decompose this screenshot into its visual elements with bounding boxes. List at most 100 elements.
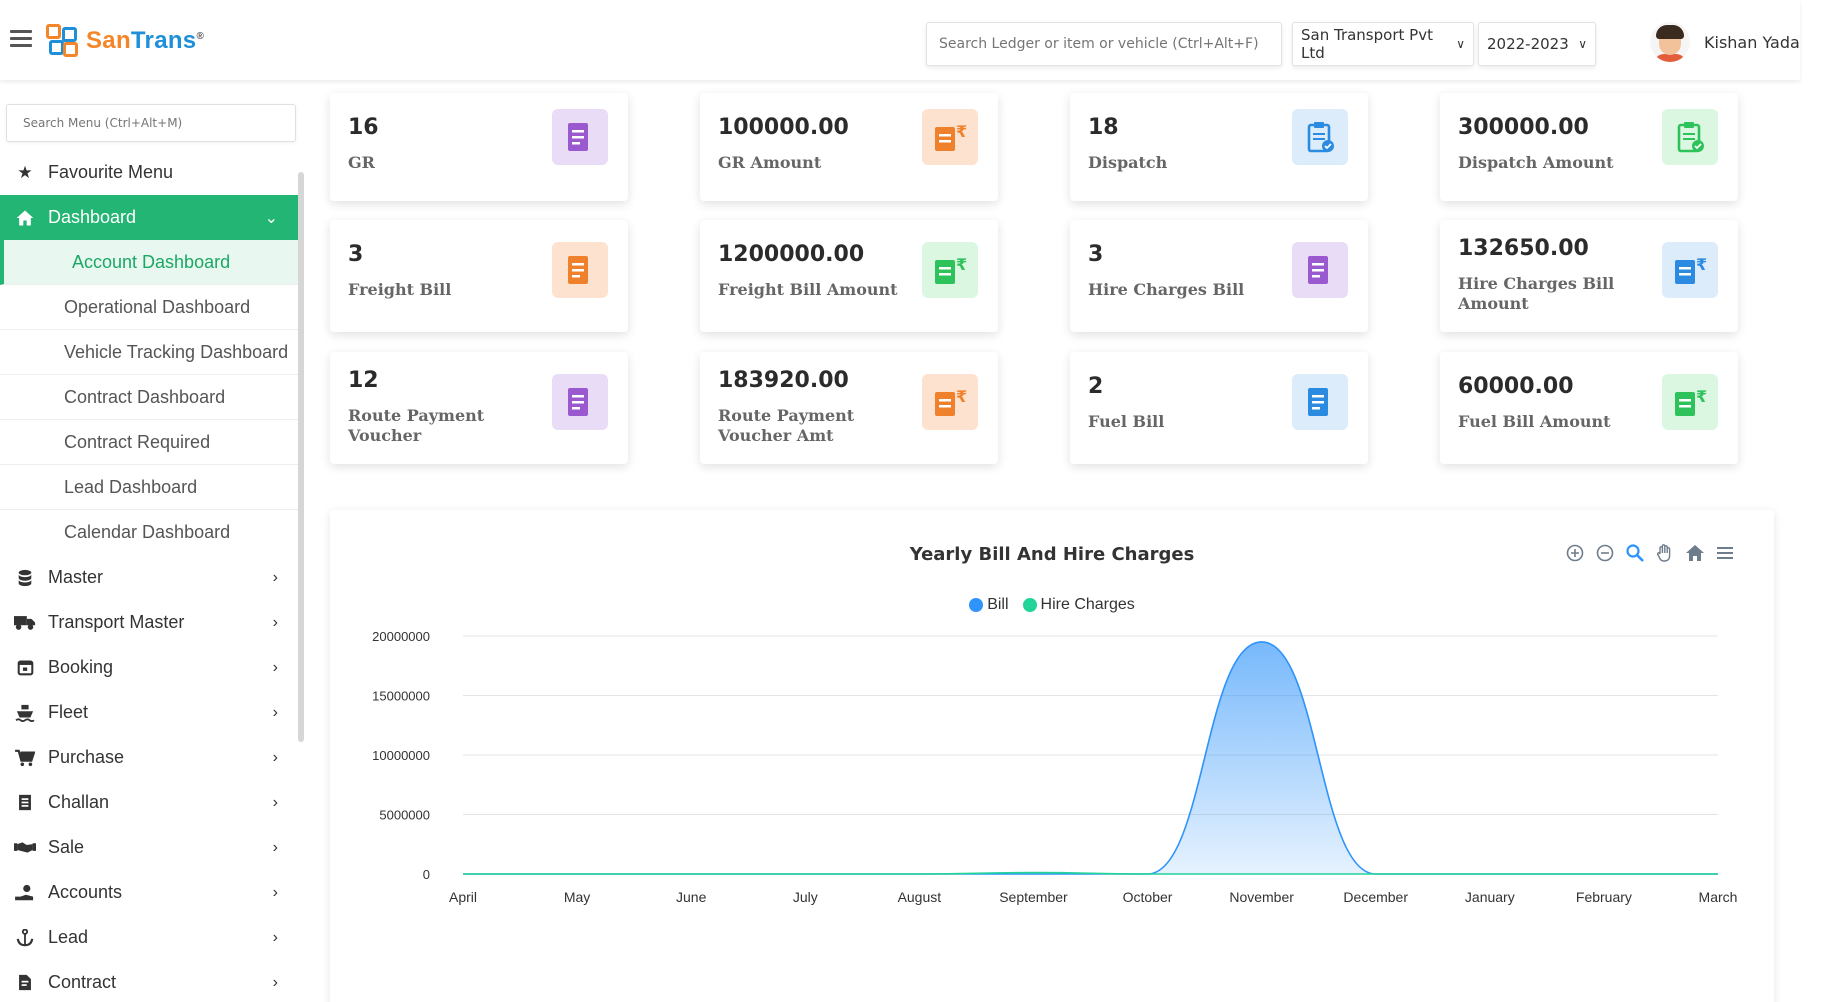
sidebar-item-label: Dashboard [48, 207, 137, 227]
x-tick-label: March [1699, 889, 1738, 905]
stat-card-value: 1200000.00 [718, 242, 865, 267]
sidebar-item-dashboard[interactable]: Dashboard ⌄ [0, 195, 298, 240]
sidebar-item-label: Booking [48, 657, 114, 677]
sidebar-item-accounts[interactable]: Accounts › [0, 870, 298, 915]
x-tick-label: November [1229, 889, 1294, 905]
sidebar-item-fleet[interactable]: Fleet › [0, 690, 298, 735]
sidebar-subitem-calendar-dashboard[interactable]: Calendar Dashboard [0, 510, 298, 555]
sidebar-item-contract[interactable]: Contract › [0, 960, 298, 1002]
stat-card-label: GR Amount [718, 153, 822, 172]
sidebar-item-favourite[interactable]: ★ Favourite Menu [0, 150, 298, 195]
sidebar-item-label: Accounts [48, 882, 123, 902]
clipboard-check-icon [1292, 109, 1348, 165]
stat-card[interactable]: 16 GR [330, 93, 628, 201]
sidebar-subitem-account-dashboard[interactable]: Account Dashboard [0, 240, 298, 285]
chevron-down-icon: ∨ [1456, 37, 1465, 51]
sidebar-subitem-vehicle-tracking-dashboard[interactable]: Vehicle Tracking Dashboard [0, 330, 298, 375]
sidebar-subitem-contract-required[interactable]: Contract Required [0, 420, 298, 465]
menu-search-input[interactable] [6, 104, 296, 142]
stat-card-value: 16 [348, 115, 379, 140]
avatar[interactable] [1650, 22, 1690, 62]
sidebar-subitem-contract-dashboard[interactable]: Contract Dashboard [0, 375, 298, 420]
y-tick-label: 20000000 [372, 629, 430, 644]
stat-card[interactable]: 3 Freight Bill [330, 220, 628, 332]
sidebar-item-transport-master[interactable]: Transport Master › [0, 600, 298, 645]
user-name: Kishan Yadav [1704, 32, 1800, 52]
stat-card[interactable]: 1200000.00 Freight Bill Amount ₹ [700, 220, 998, 332]
hamburger-menu-icon[interactable] [10, 30, 32, 48]
x-tick-label: February [1576, 889, 1632, 905]
sidebar-item-label: Fleet [48, 702, 89, 722]
chevron-right-icon: › [272, 838, 278, 856]
sidebar-item-lead[interactable]: Lead › [0, 915, 298, 960]
sidebar-item-label: Favourite Menu [48, 162, 174, 182]
stat-card[interactable]: 12 Route Payment Voucher [330, 352, 628, 464]
chevron-right-icon: › [272, 973, 278, 991]
x-tick-label: December [1343, 889, 1408, 905]
cart-icon [14, 747, 36, 769]
gr-rupee-icon: ₹ [922, 109, 978, 165]
chevron-right-icon: › [272, 658, 278, 676]
stat-card-value: 132650.00 [1458, 236, 1589, 261]
sidebar-menu: ★ Favourite Menu Dashboard ⌄ Account Das… [0, 150, 298, 1002]
global-search-input[interactable] [926, 22, 1282, 66]
sidebar-item-booking[interactable]: Booking › [0, 645, 298, 690]
database-icon [14, 567, 36, 589]
box-rupee-icon: ₹ [922, 242, 978, 298]
sidebar-subitem-operational-dashboard[interactable]: Operational Dashboard [0, 285, 298, 330]
box-icon [552, 242, 608, 298]
gr-edit-icon [552, 109, 608, 165]
chevron-right-icon: › [272, 883, 278, 901]
user-profile[interactable]: Kishan Yadav [1650, 22, 1800, 62]
y-tick-label: 0 [423, 867, 430, 882]
stat-card[interactable]: 132650.00 Hire Charges Bill Amount ₹ [1440, 220, 1738, 332]
sidebar-item-challan[interactable]: Challan › [0, 780, 298, 825]
logo-mark-icon [46, 24, 80, 58]
svg-text:₹: ₹ [956, 255, 967, 274]
document-rupee-icon: ₹ [1662, 242, 1718, 298]
sidebar-item-master[interactable]: Master › [0, 555, 298, 600]
company-select-value: San Transport Pvt Ltd [1301, 26, 1433, 62]
stat-card[interactable]: 100000.00 GR Amount ₹ [700, 93, 998, 201]
stat-card[interactable]: 300000.00 Dispatch Amount [1440, 93, 1738, 201]
chevron-right-icon: › [272, 613, 278, 631]
company-select[interactable]: San Transport Pvt Ltd ∨ [1292, 22, 1474, 66]
stat-card-value: 60000.00 [1458, 374, 1574, 399]
chevron-right-icon: › [272, 928, 278, 946]
chevron-right-icon: › [272, 748, 278, 766]
stat-card-value: 100000.00 [718, 115, 849, 140]
ship-icon [14, 702, 36, 724]
sidebar-item-sale[interactable]: Sale › [0, 825, 298, 870]
stat-card[interactable]: 3 Hire Charges Bill [1070, 220, 1368, 332]
sidebar-item-label: Sale [48, 837, 85, 857]
stat-card[interactable]: 2 Fuel Bill [1070, 352, 1368, 464]
chevron-right-icon: › [272, 568, 278, 586]
svg-text:₹: ₹ [1696, 387, 1707, 406]
series-area-bill [463, 641, 1718, 874]
sidebar-item-label: Purchase [48, 747, 125, 767]
sidebar-item-purchase[interactable]: Purchase › [0, 735, 298, 780]
financial-year-select[interactable]: 2022-2023 ∨ [1478, 22, 1596, 66]
sidebar-item-label: Lead [48, 927, 89, 947]
series-line-bill [463, 641, 1719, 875]
stat-card[interactable]: 183920.00 Route Payment Voucher Amt ₹ [700, 352, 998, 464]
stat-card-label: GR [348, 153, 375, 172]
yearly-bill-chart-card: Yearly Bill And Hire Charges Bill Hire C… [330, 510, 1774, 1002]
top-header: SanTrans® San Transport Pvt Ltd ∨ 2022-2… [0, 0, 1800, 80]
sidebar-subitem-lead-dashboard[interactable]: Lead Dashboard [0, 465, 298, 510]
svg-text:₹: ₹ [1696, 255, 1707, 274]
stat-card-label: Dispatch [1088, 153, 1168, 172]
chevron-down-icon: ∨ [1578, 37, 1587, 51]
file-contract-icon [14, 972, 36, 994]
chart-plot[interactable]: 0 5000000 10000000 15000000 20000000 April May… [330, 510, 1774, 1002]
anchor-icon [14, 927, 36, 949]
stat-card-value: 183920.00 [718, 368, 849, 393]
stat-card[interactable]: 60000.00 Fuel Bill Amount ₹ [1440, 352, 1738, 464]
stat-card[interactable]: 18 Dispatch [1070, 93, 1368, 201]
santrans-logo[interactable]: SanTrans® [46, 24, 204, 58]
stat-card-label: Fuel Bill [1088, 412, 1165, 431]
receipt-icon [14, 792, 36, 814]
sidebar-scrollbar[interactable] [298, 172, 304, 742]
clipboard-check-icon [1662, 109, 1718, 165]
route-voucher-icon [552, 374, 608, 430]
